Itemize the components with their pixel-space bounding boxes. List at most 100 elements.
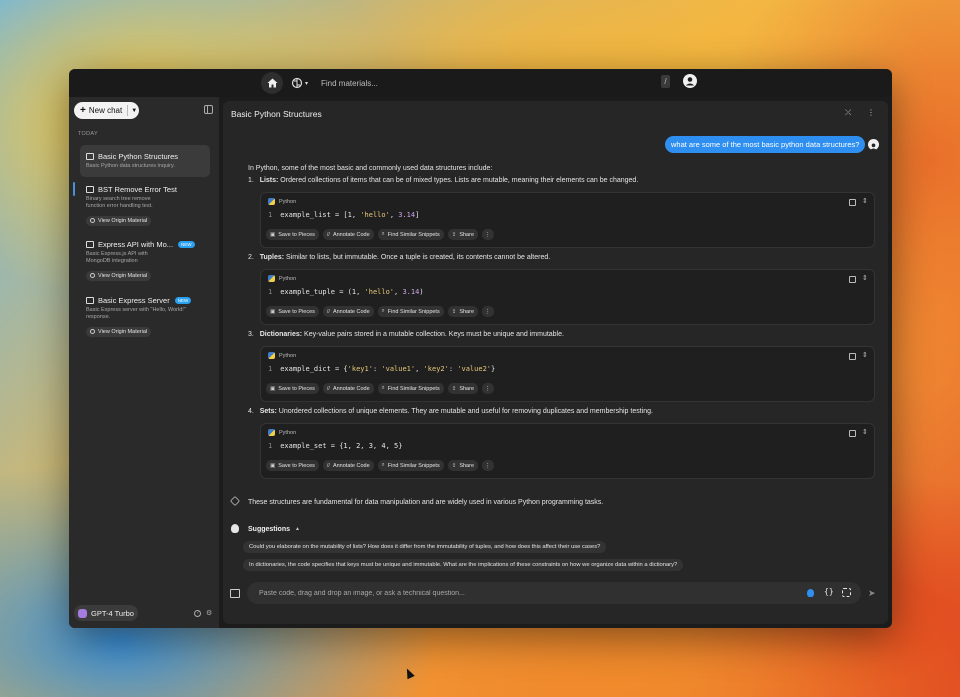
code-token: 'hello' bbox=[364, 288, 395, 296]
expand-icon[interactable]: ⇕ bbox=[862, 197, 868, 205]
code-braces-icon[interactable]: {} bbox=[824, 587, 834, 596]
more-options-icon[interactable]: ⋮ bbox=[867, 108, 875, 117]
annotate-code-button[interactable]: //Annotate Code bbox=[322, 306, 374, 317]
annotate-code-button[interactable]: //Annotate Code bbox=[322, 460, 374, 471]
chat-description: Basic Express server with "Hello, World!… bbox=[86, 307, 186, 320]
suggestions-title[interactable]: Suggestions bbox=[248, 526, 290, 533]
code-actions: ▣ Save to Pieces//Annotate Code ⌕ Find Simi… bbox=[266, 460, 494, 471]
action-label: Save to Pieces bbox=[278, 462, 315, 469]
more-actions-button[interactable]: ⋮ bbox=[482, 229, 494, 240]
find-similar-snippets-button[interactable]: ⌕ Find Similar Snippets bbox=[377, 306, 444, 317]
more-options-icon: ⋮ bbox=[485, 462, 491, 469]
action-label: Find Similar Snippets bbox=[387, 231, 440, 238]
lightbulb-icon[interactable] bbox=[807, 589, 814, 597]
view-origin-material-button[interactable]: View Origin Material bbox=[86, 270, 152, 281]
new-chat-button[interactable]: + New chat ▼ bbox=[74, 102, 139, 119]
screenshot-scan-icon[interactable] bbox=[842, 588, 851, 597]
save-to-pieces-button[interactable]: ▣ Save to Pieces bbox=[266, 460, 319, 471]
user-message: what are some of the most basic python d… bbox=[665, 136, 866, 153]
annotate-code-button[interactable]: //Annotate Code bbox=[322, 383, 374, 394]
suggestion-chip[interactable]: Could you elaborate on the mutability of… bbox=[243, 541, 607, 553]
code-token: ] bbox=[415, 211, 420, 219]
chat-description: Basic Python data structures inquiry. bbox=[86, 163, 175, 169]
python-icon bbox=[268, 429, 275, 436]
model-selector[interactable]: GPT-4 Turbo bbox=[74, 605, 138, 621]
suggestion-chip[interactable]: In dictionaries, the code specifies that… bbox=[243, 559, 684, 571]
annotate-code-button[interactable]: //Annotate Code bbox=[322, 229, 374, 240]
more-actions-button[interactable]: ⋮ bbox=[482, 460, 494, 471]
new-chat-label: New chat bbox=[88, 106, 123, 115]
save-to-pieces-button[interactable]: ▣ Save to Pieces bbox=[266, 229, 319, 240]
collapse-icon[interactable]: ⤫ bbox=[845, 108, 851, 118]
copy-icon[interactable] bbox=[849, 353, 856, 360]
section-label-today: TODAY bbox=[78, 131, 98, 137]
view-origin-material-button[interactable]: View Origin Material bbox=[86, 215, 152, 226]
conversation-title: Basic Python Structures bbox=[231, 109, 322, 119]
language-label: Python bbox=[279, 198, 297, 205]
code-token: example_list = [1, bbox=[280, 211, 361, 219]
annotate-icon: // bbox=[326, 308, 330, 315]
send-icon[interactable]: ➤ bbox=[868, 588, 876, 599]
model-label: GPT-4 Turbo bbox=[91, 608, 134, 618]
find-similar-snippets-button[interactable]: ⌕ Find Similar Snippets bbox=[377, 383, 444, 394]
language-label: Python bbox=[279, 275, 297, 282]
share-button[interactable]: ⇪ Share bbox=[447, 460, 479, 471]
share-icon: ⇪ bbox=[451, 231, 457, 238]
search-input[interactable] bbox=[321, 75, 651, 91]
item-text: Similar to lists, but immutable. Once a … bbox=[284, 254, 551, 261]
home-button[interactable] bbox=[261, 72, 283, 94]
share-button[interactable]: ⇪ Share bbox=[447, 306, 479, 317]
scope-selector[interactable]: ▾ bbox=[291, 74, 317, 92]
chevron-down-icon[interactable]: ▼ bbox=[131, 108, 137, 114]
chat-item-basic-python-structures[interactable]: Basic Python Structures Basic Python dat… bbox=[80, 145, 210, 177]
chat-title: Basic Express Server bbox=[98, 295, 170, 305]
mouse-cursor bbox=[403, 666, 415, 680]
search-icon: ⌕ bbox=[381, 462, 385, 468]
view-origin-material-button[interactable]: View Origin Material bbox=[86, 326, 152, 337]
gear-icon[interactable]: ⚙ bbox=[206, 610, 213, 617]
copy-icon[interactable] bbox=[849, 276, 856, 283]
chat-item-basic-express-server[interactable]: Basic Express Server NEW Basic Express se… bbox=[80, 294, 210, 340]
chat-bubble-icon bbox=[86, 152, 94, 160]
code-token: 'value2' bbox=[457, 365, 491, 373]
answer-item: 1. Lists: Ordered collections of items t… bbox=[248, 177, 638, 184]
more-actions-button[interactable]: ⋮ bbox=[482, 383, 494, 394]
save-icon: ▣ bbox=[270, 385, 276, 392]
message-input[interactable] bbox=[259, 587, 779, 599]
help-icon[interactable]: ? bbox=[194, 610, 201, 617]
image-upload-icon[interactable] bbox=[230, 589, 240, 598]
chat-bubble-icon bbox=[86, 240, 94, 248]
code-token: 'value1' bbox=[381, 365, 416, 373]
find-similar-snippets-button[interactable]: ⌕ Find Similar Snippets bbox=[377, 229, 444, 240]
chat-item-bst-remove-error-test[interactable]: BST Remove Error Test Binary search tree… bbox=[80, 183, 210, 229]
user-avatar bbox=[868, 139, 879, 151]
item-name: Sets: bbox=[259, 408, 277, 415]
save-to-pieces-button[interactable]: ▣ Save to Pieces bbox=[266, 306, 319, 317]
copy-icon[interactable] bbox=[849, 430, 856, 437]
code-token: example_tuple = (1, bbox=[280, 288, 365, 296]
search-icon: ⌕ bbox=[381, 231, 385, 237]
expand-icon[interactable]: ⇕ bbox=[862, 274, 868, 282]
code-token: , bbox=[415, 365, 424, 373]
share-button[interactable]: ⇪ Share bbox=[447, 229, 479, 240]
top-bar: ▾ / bbox=[69, 69, 892, 97]
brain-icon bbox=[291, 77, 303, 89]
sidebar-toggle-icon[interactable] bbox=[204, 105, 213, 114]
find-similar-snippets-button[interactable]: ⌕ Find Similar Snippets bbox=[377, 460, 444, 471]
item-number: 4. bbox=[248, 408, 254, 415]
expand-icon[interactable]: ⇕ bbox=[862, 428, 868, 436]
origin-label: View Origin Material bbox=[98, 272, 148, 279]
composer: {} bbox=[247, 582, 861, 604]
chevron-up-icon[interactable]: ▲ bbox=[295, 526, 300, 532]
more-options-icon: ⋮ bbox=[485, 308, 491, 315]
save-to-pieces-button[interactable]: ▣ Save to Pieces bbox=[266, 383, 319, 394]
expand-icon[interactable]: ⇕ bbox=[862, 351, 868, 359]
action-label: Annotate Code bbox=[332, 231, 370, 238]
item-text: Key-value pairs stored in a mutable coll… bbox=[302, 331, 564, 338]
share-button[interactable]: ⇪ Share bbox=[447, 383, 479, 394]
copy-icon[interactable] bbox=[849, 199, 856, 206]
action-label: Share bbox=[459, 462, 475, 469]
account-avatar[interactable] bbox=[683, 74, 697, 88]
chat-item-express-api-with-mongo[interactable]: Express API with Mo... NEW Basic Express.… bbox=[80, 238, 210, 284]
more-actions-button[interactable]: ⋮ bbox=[482, 306, 494, 317]
